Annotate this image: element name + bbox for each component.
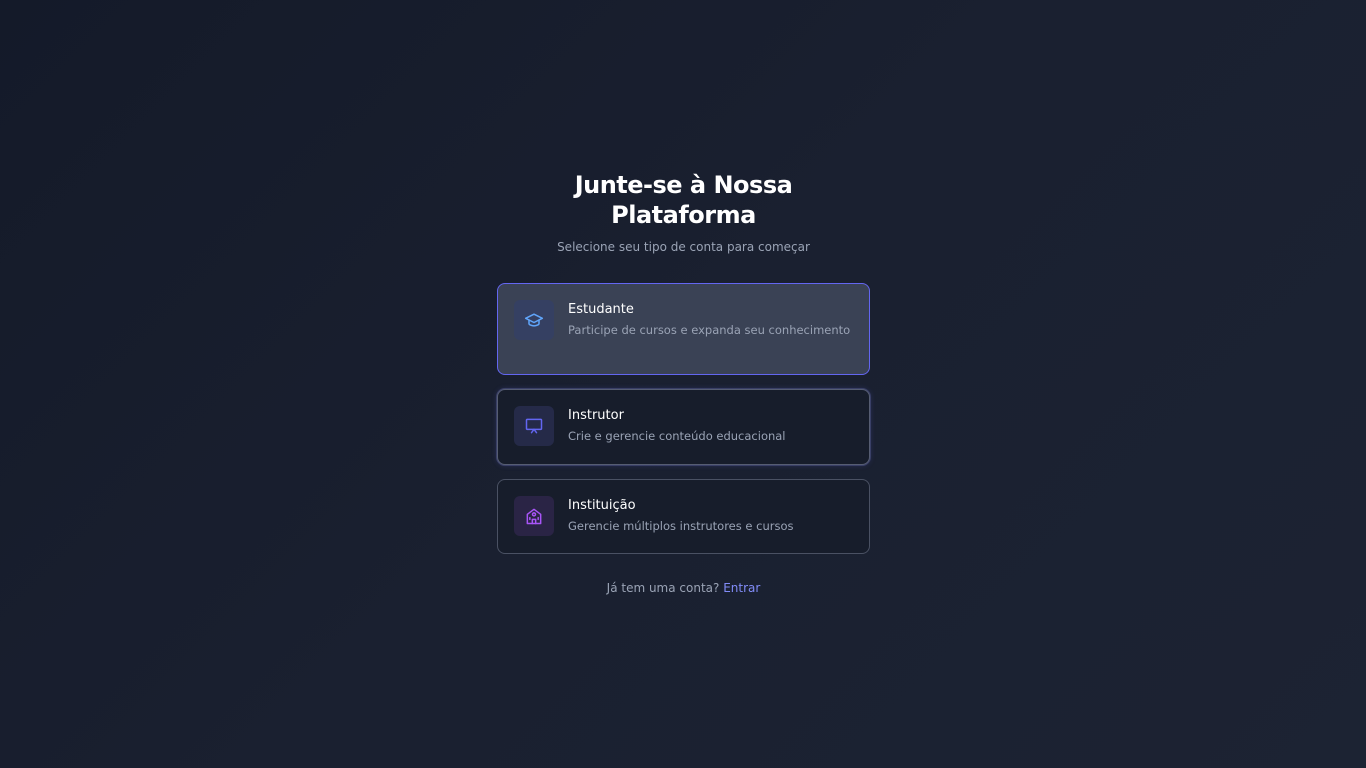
login-link[interactable]: Entrar (723, 581, 760, 595)
account-option-instrutor[interactable]: Instrutor Crie e gerencie conteúdo educa… (497, 389, 870, 465)
account-option-instituicao[interactable]: Instituição Gerencie múltiplos instrutor… (497, 479, 870, 554)
account-type-list: Estudante Participe de cursos e expanda … (497, 283, 870, 554)
page-title: Junte-se à Nossa Plataforma (574, 171, 793, 229)
account-option-text: Instituição Gerencie múltiplos instrutor… (568, 496, 853, 535)
account-option-text: Estudante Participe de cursos e expanda … (568, 300, 853, 339)
account-option-description: Crie e gerencie conteúdo educacional (568, 429, 786, 443)
login-prompt: Já tem uma conta? Entrar (497, 581, 870, 595)
account-option-estudante[interactable]: Estudante Participe de cursos e expanda … (497, 283, 870, 375)
account-option-description: Participe de cursos e expanda seu conhec… (568, 323, 851, 337)
account-option-text: Instrutor Crie e gerencie conteúdo educa… (568, 406, 853, 445)
login-prompt-text: Já tem uma conta? (606, 581, 720, 595)
account-option-description: Gerencie múltiplos instrutores e cursos (568, 519, 794, 533)
graduation-cap-icon (514, 300, 554, 340)
account-option-title: Instrutor (568, 408, 624, 423)
signup-container: Junte-se à Nossa Plataforma Selecione se… (497, 170, 870, 595)
account-option-title: Instituição (568, 498, 636, 513)
page-subtitle: Selecione seu tipo de conta para começar (557, 240, 810, 254)
account-option-title: Estudante (568, 302, 634, 317)
school-building-icon (514, 496, 554, 536)
presentation-board-icon (514, 406, 554, 446)
